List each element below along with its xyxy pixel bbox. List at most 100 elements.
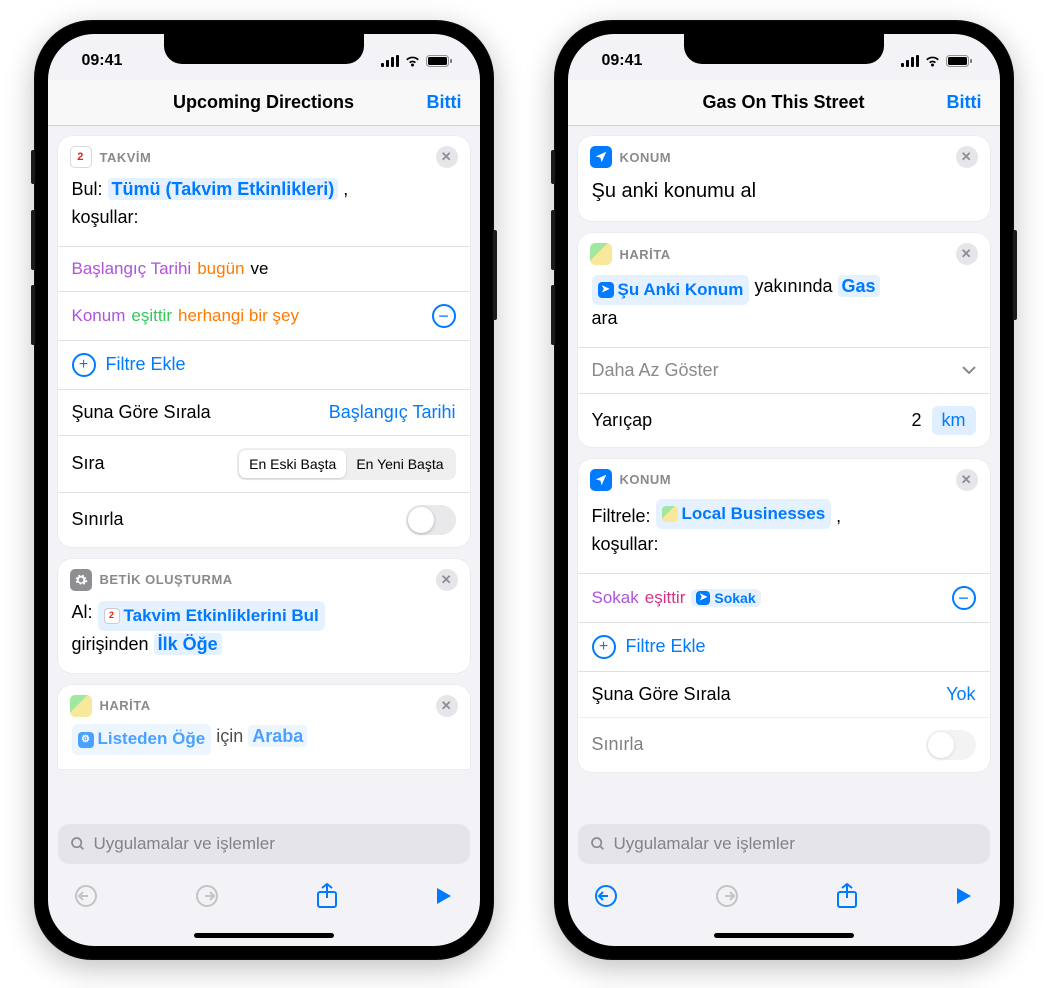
remove-filter-button[interactable]: − [952,586,976,610]
volume-up-button[interactable] [31,210,35,270]
volume-up-button[interactable] [551,210,555,270]
card-sentence: Al: 2Takvim Etkinliklerini Bul girişinde… [58,591,470,673]
status-time: 09:41 [596,44,643,70]
cellular-icon [381,55,399,67]
close-icon[interactable]: ✕ [956,146,978,168]
variable-token-list-item[interactable]: ⚙Listeden Öğe [72,724,212,754]
done-button[interactable]: Bitti [427,92,462,113]
limit-toggle[interactable] [406,505,456,535]
action-card-calendar: 2 TAKVİM ✕ Bul: Tümü (Takvim Etkinlikler… [58,136,470,547]
variable-token-local-businesses[interactable]: Local Businesses [656,499,832,529]
run-button[interactable] [435,886,453,906]
undo-button[interactable] [74,884,98,908]
calendar-icon: 2 [70,146,92,168]
editor-scroll[interactable]: KONUM ✕ Şu anki konumu al HARİTA ✕ ➤Şu A… [568,126,1000,820]
action-search-input[interactable]: Uygulamalar ve işlemler [578,824,990,864]
share-button[interactable] [836,883,858,909]
fade-overlay [48,780,480,820]
sort-by-row[interactable]: Şuna Göre Sırala Yok [578,671,990,717]
editor-scroll[interactable]: 2 TAKVİM ✕ Bul: Tümü (Takvim Etkinlikler… [48,126,480,820]
radius-row[interactable]: Yarıçap 2 km [578,393,990,447]
share-button[interactable] [316,883,338,909]
limit-row-peek[interactable]: Sınırla [578,717,990,772]
add-filter-button[interactable]: + Filtre Ekle [58,340,470,389]
card-header-label: HARİTA [100,698,151,713]
search-term-token[interactable]: Gas [838,275,880,297]
card-header-label: TAKVİM [100,150,152,165]
action-card-scripting: BETİK OLUŞTURMA ✕ Al: 2Takvim Etkinlikle… [58,559,470,673]
limit-row[interactable]: Sınırla [58,492,470,547]
close-icon[interactable]: ✕ [956,243,978,265]
limit-toggle[interactable] [926,730,976,760]
done-button[interactable]: Bitti [947,92,982,113]
card-header-label: KONUM [620,150,672,165]
volume-down-button[interactable] [31,285,35,345]
sort-by-row[interactable]: Şuna Göre Sırala Başlangıç Tarihi [58,389,470,435]
remove-filter-button[interactable]: − [432,304,456,328]
sort-by-value[interactable]: Başlangıç Tarihi [329,402,456,423]
action-card-maps-peek: HARİTA ✕ ⚙Listeden Öğe için Araba [58,685,470,769]
wifi-icon [924,55,941,67]
filter-row-street[interactable]: Sokak eşittir ➤Sokak − [578,573,990,622]
gear-icon [70,569,92,591]
page-title: Upcoming Directions [173,92,354,113]
phone-right: 09:41 Gas On This Street Bitti KONUM ✕ [554,20,1014,960]
maps-icon [70,695,92,717]
redo-button[interactable] [195,884,219,908]
card-sentence: Şu anki konumu al [578,168,990,221]
seg-oldest[interactable]: En Eski Başta [239,450,346,478]
redo-button[interactable] [715,884,739,908]
action-search-input[interactable]: Uygulamalar ve işlemler [58,824,470,864]
cellular-icon [901,55,919,67]
home-indicator[interactable] [568,924,1000,946]
mute-switch[interactable] [551,150,555,184]
find-token[interactable]: Tümü (Takvim Etkinlikleri) [108,178,339,200]
volume-down-button[interactable] [551,285,555,345]
variable-token-calendar-events[interactable]: 2Takvim Etkinliklerini Bul [98,601,325,631]
nav-bar: Upcoming Directions Bitti [48,80,480,126]
sort-by-value[interactable]: Yok [946,684,975,705]
order-segmented[interactable]: En Eski Başta En Yeni Başta [237,448,455,480]
variable-token-street[interactable]: ➤Sokak [691,589,760,607]
card-header-label: KONUM [620,472,672,487]
close-icon[interactable]: ✕ [436,146,458,168]
action-card-maps-search: HARİTA ✕ ➤Şu Anki Konum yakınında Gas ar… [578,233,990,447]
plus-icon: + [72,353,96,377]
radius-value[interactable]: 2 [911,410,921,431]
order-row[interactable]: Sıra En Eski Başta En Yeni Başta [58,435,470,492]
status-icons [381,47,452,67]
seg-newest[interactable]: En Yeni Başta [346,450,453,478]
card-header-label: BETİK OLUŞTURMA [100,572,233,587]
close-icon[interactable]: ✕ [436,569,458,591]
show-less-row[interactable]: Daha Az Göster [578,347,990,393]
undo-button[interactable] [594,884,618,908]
search-icon [70,836,86,852]
action-card-get-location: KONUM ✕ Şu anki konumu al [578,136,990,221]
close-icon[interactable]: ✕ [436,695,458,717]
phone-left: 09:41 Upcoming Directions Bitti 2 TAKVİM… [34,20,494,960]
location-icon [590,469,612,491]
card-sentence: Bul: Tümü (Takvim Etkinlikleri) , koşull… [58,168,470,246]
toolbar [48,872,480,924]
power-button[interactable] [493,230,497,320]
card-sentence: ⚙Listeden Öğe için Araba [58,717,470,769]
first-item-token[interactable]: İlk Öğe [154,633,222,655]
chevron-down-icon [962,366,976,374]
radius-unit[interactable]: km [932,406,976,435]
power-button[interactable] [1013,230,1017,320]
mute-switch[interactable] [31,150,35,184]
add-filter-button[interactable]: + Filtre Ekle [578,622,990,671]
run-button[interactable] [955,886,973,906]
action-card-filter-location: KONUM ✕ Filtrele: Local Businesses , koş… [578,459,990,772]
screen-right: 09:41 Gas On This Street Bitti KONUM ✕ [568,34,1000,946]
variable-token-current-location[interactable]: ➤Şu Anki Konum [592,275,750,305]
close-icon[interactable]: ✕ [956,469,978,491]
nav-bar: Gas On This Street Bitti [568,80,1000,126]
home-indicator[interactable] [48,924,480,946]
filter-row-1[interactable]: Başlangıç Tarihi bugün ve [58,246,470,291]
search-icon [590,836,606,852]
filter-row-2[interactable]: Konum eşittir herhangi bir şey − [58,291,470,340]
notch [164,34,364,64]
wifi-icon [404,55,421,67]
transport-token[interactable]: Araba [248,725,307,747]
